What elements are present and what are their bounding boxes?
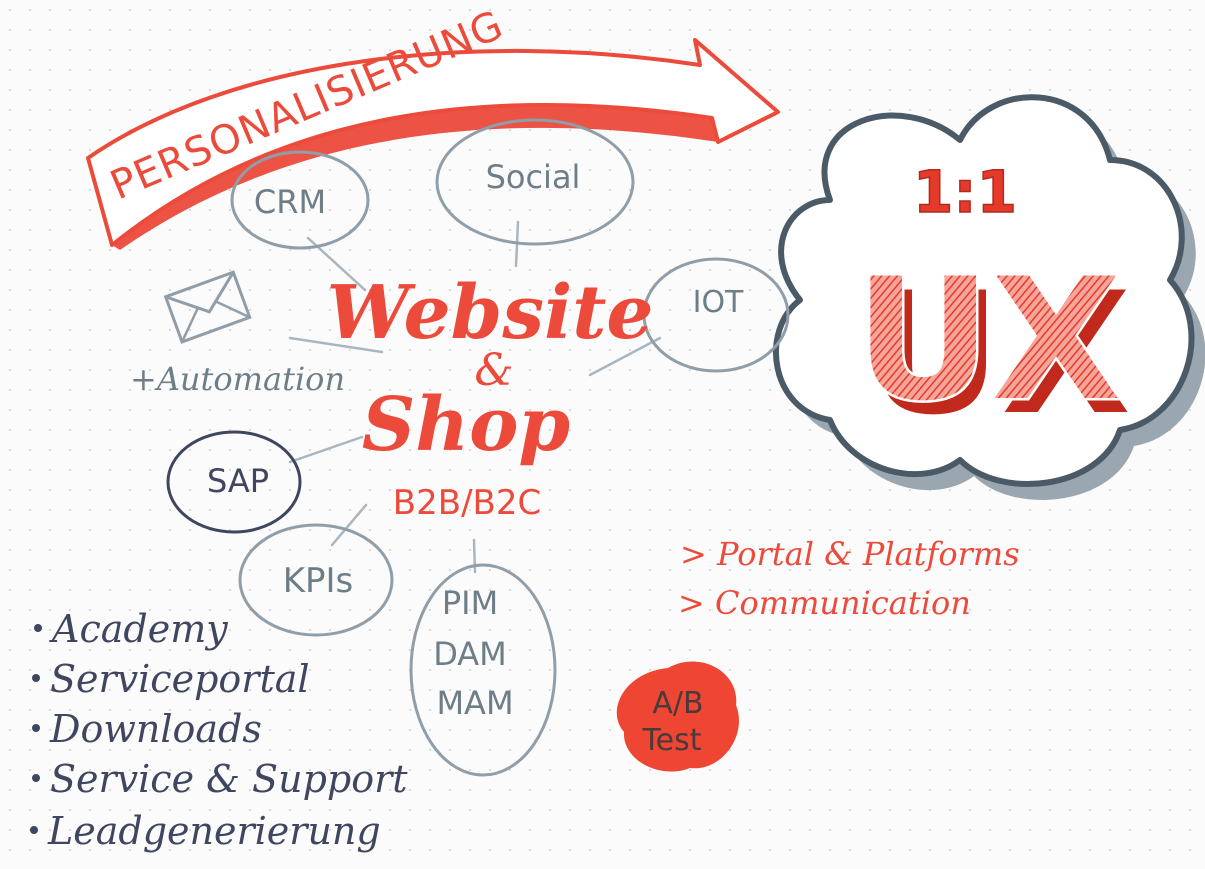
email-automation: +Automation (130, 270, 345, 398)
b2b-b2c-label: B2B/B2C (393, 483, 541, 523)
ux-cloud: 1:1 UX UX (773, 94, 1205, 501)
envelope-icon (163, 270, 252, 344)
iot-bubble: IOT (642, 257, 790, 373)
sketchnote-canvas: PERSONALISIERUNG 1:1 UX UX CRM Social IO… (30, 2, 1205, 853)
svg-text:Service & Support: Service & Support (50, 757, 408, 801)
website-shop-center: Website & Shop B2B/B2C (327, 270, 654, 523)
mam-label: MAM (436, 684, 513, 722)
channel-portal: > Portal & Platforms (680, 535, 1020, 573)
svg-text:Leadgenerierung: Leadgenerierung (47, 809, 381, 853)
website-label: Website (327, 270, 654, 356)
svg-text:Academy: Academy (49, 607, 228, 651)
automation-label: +Automation (130, 360, 345, 398)
crm-bubble: CRM (230, 150, 370, 250)
pim-label: PIM (442, 584, 498, 622)
channel-communication: > Communication (678, 584, 971, 622)
sap-label: SAP (207, 462, 269, 500)
ratio-label: 1:1 (913, 158, 1017, 226)
social-label: Social (486, 158, 581, 196)
feature-item: Academy (34, 607, 228, 651)
crm-label: CRM (254, 183, 326, 221)
svg-text:Serviceportal: Serviceportal (50, 657, 310, 701)
social-bubble: Social (435, 118, 635, 246)
ux-label: UX (855, 242, 1121, 438)
feature-item: Service & Support (32, 757, 408, 801)
svg-text:Downloads: Downloads (49, 707, 262, 751)
feature-item: Downloads (32, 707, 262, 751)
ab-label: A/B (652, 686, 703, 721)
dam-label: DAM (433, 635, 507, 673)
feature-item: Serviceportal (32, 657, 310, 701)
channels-list: > Portal & Platforms > Communication (678, 535, 1020, 622)
kpis-label: KPIs (283, 561, 354, 601)
kpis-bubble: KPIs (238, 523, 394, 637)
pim-dam-mam-bubble: PIM DAM MAM (409, 563, 557, 777)
test-label: Test (641, 723, 701, 758)
sap-bubble: SAP (166, 430, 302, 534)
iot-label: IOT (693, 285, 744, 320)
personalisierung-arrow: PERSONALISIERUNG (86, 2, 780, 250)
feature-list: Academy Serviceportal Downloads Service … (30, 607, 408, 853)
feature-item: Leadgenerierung (30, 809, 381, 853)
shop-label: Shop (362, 382, 570, 468)
ab-test-badge: A/B Test (616, 661, 739, 772)
